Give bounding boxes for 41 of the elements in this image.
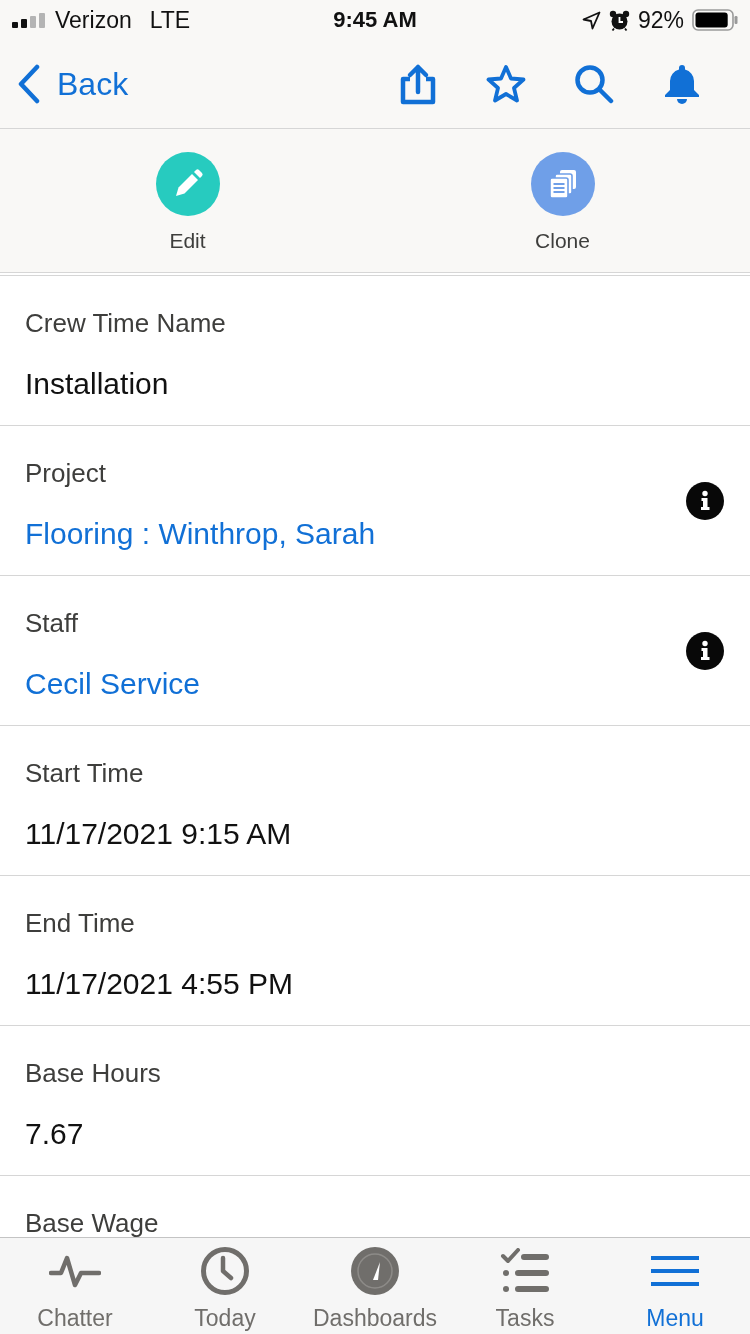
field-value: 11/17/2021 4:55 PM xyxy=(25,966,293,1002)
field-value: 7.67 xyxy=(25,1116,85,1152)
tab-item[interactable]: Dashboards xyxy=(300,1238,450,1334)
info-icon[interactable] xyxy=(686,481,724,520)
field-label: Base Wage xyxy=(25,1210,159,1236)
field-label: End Time xyxy=(25,910,136,936)
search-icon[interactable] xyxy=(574,64,614,104)
field-label: Crew Time Name xyxy=(25,310,226,336)
gauge-icon xyxy=(351,1247,399,1295)
location-arrow-icon xyxy=(581,10,601,30)
network-type: LTE xyxy=(149,6,191,34)
edit-button[interactable]: Edit xyxy=(155,129,220,272)
tab-item[interactable]: Today xyxy=(150,1238,300,1334)
back-button[interactable]: Back xyxy=(17,64,129,104)
checklist-icon xyxy=(500,1248,550,1294)
record-link[interactable]: Flooring : Winthrop, Sarah xyxy=(25,516,376,552)
alarm-clock-icon xyxy=(608,9,630,31)
tab-item[interactable]: Menu xyxy=(600,1238,750,1334)
bell-icon[interactable] xyxy=(662,63,702,105)
field-label: Start Time xyxy=(25,760,145,786)
tab-item[interactable]: Chatter xyxy=(0,1238,150,1334)
status-time: 9:45 AM xyxy=(333,6,417,34)
info-icon[interactable] xyxy=(686,631,724,670)
clone-button[interactable]: Clone xyxy=(530,129,595,272)
field-value: 11/17/2021 9:15 AM xyxy=(25,816,292,852)
star-icon[interactable] xyxy=(486,64,526,104)
battery-icon xyxy=(692,9,738,31)
carrier-name: Verizon xyxy=(55,6,132,34)
share-icon[interactable] xyxy=(398,63,438,105)
clock-icon xyxy=(201,1247,249,1295)
back-chevron-icon xyxy=(17,64,41,104)
field-value: Installation xyxy=(25,366,170,402)
pulse-icon xyxy=(49,1254,101,1288)
signal-icon xyxy=(12,12,45,28)
battery-percent: 92% xyxy=(637,6,684,34)
menu-icon xyxy=(650,1255,700,1287)
field-label: Project xyxy=(25,460,107,486)
field-label: Staff xyxy=(25,610,79,636)
field-label: Base Hours xyxy=(25,1060,161,1086)
record-link[interactable]: Cecil Service xyxy=(25,666,201,702)
tab-item[interactable]: Tasks xyxy=(450,1238,600,1334)
